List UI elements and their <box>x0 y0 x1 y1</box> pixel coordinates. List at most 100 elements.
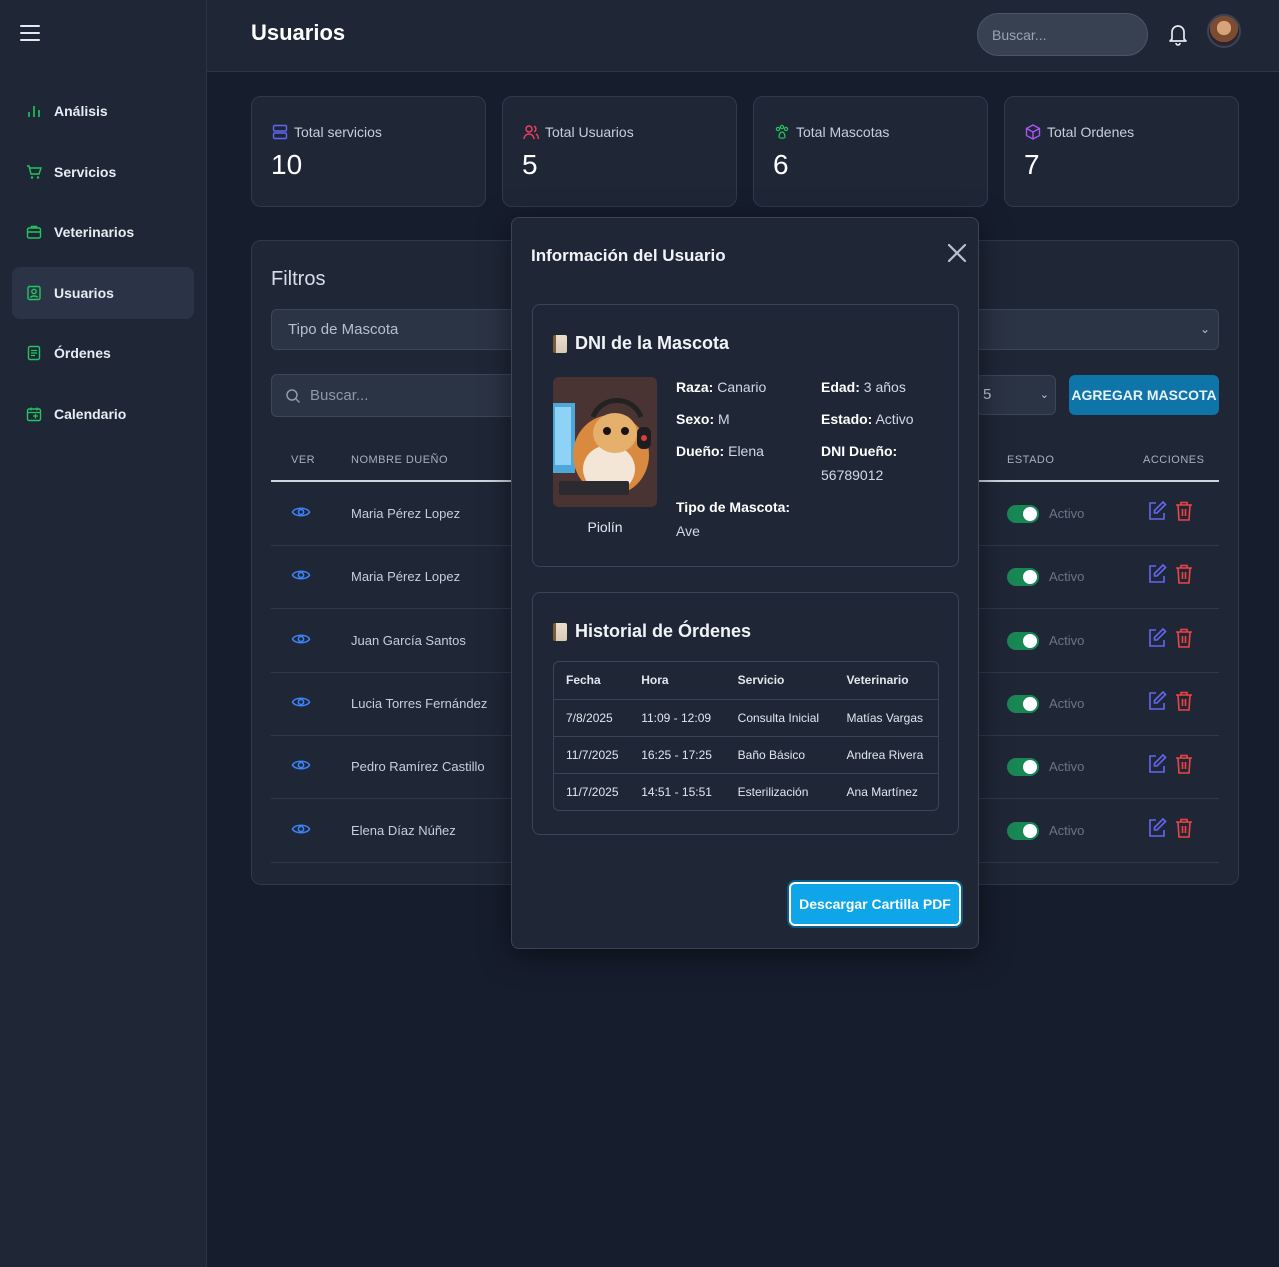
page-size-select[interactable]: 5 ⌄ <box>976 375 1056 415</box>
pet-type-label: Tipo de Mascota: <box>676 499 791 515</box>
orders-header-vet: Veterinario <box>834 662 938 700</box>
status-label: Activo <box>1049 506 1085 521</box>
pet-breed-label: Raza: <box>676 379 714 395</box>
pet-status: Estado: Activo <box>821 407 914 431</box>
status-toggle[interactable] <box>1007 631 1039 650</box>
edit-icon[interactable] <box>1147 753 1167 775</box>
edit-icon[interactable] <box>1147 627 1167 649</box>
column-header-ver[interactable]: VER <box>291 454 315 466</box>
order-time: 11:09 - 12:09 <box>629 699 726 737</box>
trash-icon[interactable] <box>1174 627 1194 649</box>
stat-card-usuarios: Total Usuarios 5 <box>502 96 737 207</box>
sidebar-item-label: Servicios <box>54 163 117 180</box>
owner-dni-label: DNI Dueño: <box>821 443 898 459</box>
eye-icon[interactable] <box>291 755 311 775</box>
order-date: 11/7/2025 <box>554 736 630 774</box>
sidebar-item-veterinarios[interactable]: Veterinarios <box>12 206 194 258</box>
status-toggle[interactable] <box>1007 821 1039 840</box>
orders-history-card: Historial de Órdenes Fecha Hora Servicio… <box>532 592 959 835</box>
pet-sex-value: M <box>718 411 730 427</box>
pet-status-label: Estado: <box>821 411 873 427</box>
eye-icon[interactable] <box>291 629 311 649</box>
sidebar-item-servicios[interactable]: Servicios <box>12 146 194 198</box>
order-time: 14:51 - 15:51 <box>641 784 712 799</box>
column-header-owner[interactable]: NOMBRE DUEÑO <box>351 454 448 466</box>
order-vet: Matías Vargas <box>834 699 938 737</box>
status-toggle[interactable] <box>1007 694 1039 713</box>
owner-name: Juan García Santos <box>351 632 466 648</box>
search-input[interactable] <box>977 13 1148 56</box>
pet-breed-value: Canario <box>717 379 767 395</box>
pet-breed: Raza: Canario <box>676 375 766 399</box>
sidebar-item-ordenes[interactable]: Órdenes <box>12 327 194 379</box>
sidebar-item-usuarios[interactable]: Usuarios <box>12 266 194 319</box>
bell-icon[interactable] <box>1167 22 1189 46</box>
eye-icon[interactable] <box>291 692 311 712</box>
pet-type-select-value: Tipo de Mascota <box>288 321 399 338</box>
edit-icon[interactable] <box>1147 563 1167 585</box>
menu-toggle-icon[interactable] <box>20 25 40 45</box>
pet-owner-value: Elena <box>728 443 764 459</box>
sidebar-item-label: Calendario <box>54 405 127 422</box>
chevron-down-icon: ⌄ <box>1199 322 1210 336</box>
order-service: Baño Básico <box>725 736 835 774</box>
pet-type-value: Ave <box>676 523 700 539</box>
order-date: 11/7/2025 <box>566 784 619 799</box>
sidebar-nav: Análisis Servicios Veterinarios Usuarios… <box>12 85 194 448</box>
order-service: Esterilización <box>737 784 809 799</box>
pet-age-label: Edad: <box>821 379 860 395</box>
server-icon <box>272 124 288 140</box>
stat-label: Total Usuarios <box>545 124 634 140</box>
trash-icon[interactable] <box>1174 817 1194 839</box>
cart-icon <box>27 164 42 179</box>
eye-icon[interactable] <box>291 502 311 522</box>
page-title: Usuarios <box>251 20 346 45</box>
pet-name: Piolín <box>587 519 623 535</box>
stat-value: 10 <box>271 149 303 180</box>
clipboard-icon <box>27 345 41 361</box>
order-date: 7/8/2025 <box>554 699 630 737</box>
stat-label: Total Mascotas <box>796 124 890 140</box>
sidebar-item-analisis[interactable]: Análisis <box>12 85 194 137</box>
edit-icon[interactable] <box>1147 690 1167 712</box>
orders-header-date: Fecha <box>554 662 630 700</box>
sidebar-item-label: Usuarios <box>54 284 114 301</box>
owner-dni-value: 56789012 <box>821 467 884 483</box>
topbar: Usuarios <box>207 0 1279 72</box>
orders-row: 7/8/2025 11:09 - 12:09 Consulta Inicial … <box>554 699 938 737</box>
package-icon <box>1025 124 1041 140</box>
bar-chart-icon <box>28 106 40 117</box>
trash-icon[interactable] <box>1174 690 1194 712</box>
status-toggle[interactable] <box>1007 568 1039 587</box>
eye-icon[interactable] <box>291 819 311 839</box>
sidebar-item-label: Veterinarios <box>54 224 135 240</box>
edit-icon[interactable] <box>1147 817 1167 839</box>
search-icon <box>286 389 301 404</box>
add-pet-button[interactable]: AGREGAR MASCOTA <box>1069 375 1219 415</box>
edit-icon[interactable] <box>1147 500 1167 522</box>
pet-dni-title-text: DNI de la Mascota <box>575 333 730 353</box>
owner-name: Maria Pérez Lopez <box>351 569 461 585</box>
status-toggle[interactable] <box>1007 505 1039 523</box>
status-toggle[interactable] <box>1007 758 1039 777</box>
eye-icon[interactable] <box>291 565 311 585</box>
sidebar-item-label: Análisis <box>54 103 108 119</box>
orders-history-title-text: Historial de Órdenes <box>575 621 752 641</box>
filters-title: Filtros <box>271 268 326 290</box>
trash-icon[interactable] <box>1174 753 1194 775</box>
avatar[interactable] <box>1207 14 1241 48</box>
pet-age: Edad: 3 años <box>821 375 906 399</box>
status-label: Activo <box>1049 695 1085 711</box>
close-icon[interactable] <box>946 242 968 264</box>
users-icon <box>523 125 539 140</box>
column-header-status[interactable]: ESTADO <box>1007 454 1054 466</box>
download-pdf-button[interactable]: Descargar Cartilla PDF <box>789 882 961 926</box>
order-time: 16:25 - 17:25 <box>629 736 726 774</box>
status-label: Activo <box>1049 822 1085 838</box>
trash-icon[interactable] <box>1174 563 1194 585</box>
stat-value: 7 <box>1024 149 1040 180</box>
status-label: Activo <box>1049 569 1085 585</box>
sidebar-item-calendario[interactable]: Calendario <box>12 388 194 440</box>
trash-icon[interactable] <box>1174 500 1194 522</box>
order-vet: Andrea Rivera <box>834 736 938 774</box>
